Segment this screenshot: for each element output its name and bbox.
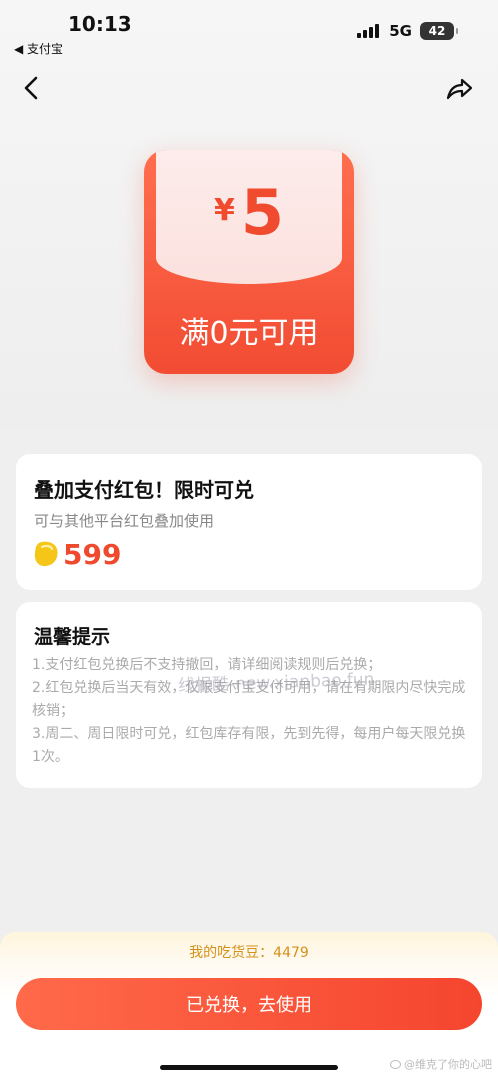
share-icon — [446, 78, 473, 100]
offer-title: 叠加支付红包！限时可兑 — [34, 478, 254, 502]
offer-card: 叠加支付红包！限时可兑 可与其他平台红包叠加使用 599 — [16, 454, 482, 590]
network-type: 5G — [389, 22, 412, 40]
offer-price: 599 — [63, 538, 122, 571]
tips-title: 温馨提示 — [34, 626, 111, 648]
weibo-credit: @维克了你的心吧 — [390, 1056, 492, 1072]
weibo-icon — [390, 1059, 401, 1069]
battery-level: 42 — [428, 24, 446, 38]
coupon-amount: 5 — [240, 176, 284, 249]
battery-icon: 42 — [420, 22, 458, 40]
beans-balance: 我的吃货豆：4479 — [189, 945, 309, 961]
tips-card: 温馨提示 1.支付红包兑换后不支持撤回，请详细阅读规则后兑换； 2.红包兑换后当… — [16, 602, 482, 788]
back-to-app-link[interactable]: ◀ 支付宝 — [14, 40, 63, 57]
offer-subtitle: 可与其他平台红包叠加使用 — [34, 512, 215, 530]
weibo-credit-text: @维克了你的心吧 — [404, 1058, 492, 1071]
rule-item: 3.周二、周日限时可兑，红包库存有限，先到先得，每用户每天限兑换1次。 — [32, 726, 466, 765]
coupon-condition: 满0元可用 — [179, 316, 319, 351]
coupon-ticket: ¥5 满0元可用 — [144, 150, 354, 374]
coupon-currency: ¥ — [213, 193, 235, 228]
status-time: 10:13 — [68, 12, 132, 36]
redeemed-go-use-button[interactable]: 已兑换，去使用 — [16, 978, 482, 1030]
share-button[interactable] — [444, 74, 474, 104]
coupon-value: ¥5 — [144, 176, 354, 249]
home-indicator[interactable] — [160, 1065, 338, 1070]
status-indicators: 5G 42 — [357, 22, 458, 40]
signal-icon — [357, 24, 381, 38]
chevron-left-icon — [24, 76, 38, 100]
back-button[interactable] — [18, 72, 46, 104]
bean-coin-icon — [34, 541, 58, 567]
